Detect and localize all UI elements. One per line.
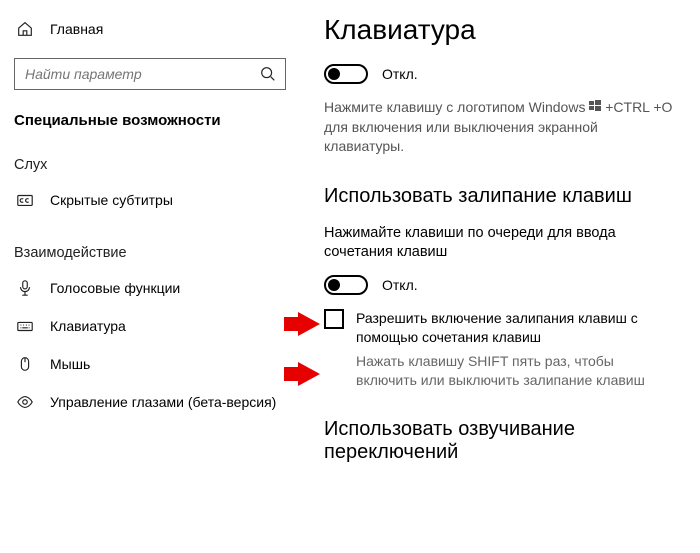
sticky-shortcut-hint: Нажать клавишу SHIFT пять раз, чтобы вкл… bbox=[356, 352, 676, 390]
onscreen-keyboard-description: Нажмите клавишу с логотипом Windows +CTR… bbox=[324, 98, 676, 157]
search-icon bbox=[259, 65, 277, 83]
nav-closed-captions[interactable]: Скрытые субтитры bbox=[14, 181, 286, 219]
sticky-keys-description: Нажимайте клавиши по очереди для ввода с… bbox=[324, 224, 676, 262]
nav-eye-control[interactable]: Управление глазами (бета-версия) bbox=[14, 383, 286, 421]
nav-keyboard-label: Клавиатура bbox=[50, 318, 126, 334]
eye-icon bbox=[16, 393, 34, 411]
section-title: Специальные возможности bbox=[14, 112, 286, 129]
page-title: Клавиатура bbox=[324, 14, 676, 46]
sidebar: Главная Специальные возможности Слух Скр… bbox=[0, 0, 300, 553]
checkbox-sticky-shortcut-label: Разрешить включение залипания клавиш с п… bbox=[356, 309, 676, 345]
main-panel: Клавиатура Откл. Нажмите клавишу с логот… bbox=[300, 0, 700, 553]
checkbox-sticky-shortcut[interactable] bbox=[324, 309, 344, 329]
toggle-onscreen-keyboard[interactable] bbox=[324, 64, 368, 84]
keyboard-icon bbox=[16, 317, 34, 335]
toggle-sticky-keys[interactable] bbox=[324, 275, 368, 295]
annotation-arrow-1 bbox=[298, 312, 320, 336]
nav-voice-label: Голосовые функции bbox=[50, 280, 180, 296]
heading-sticky-keys: Использовать залипание клавиш bbox=[324, 185, 676, 208]
microphone-icon bbox=[16, 279, 34, 297]
search-input[interactable] bbox=[23, 65, 259, 83]
nav-eye-label: Управление глазами (бета-версия) bbox=[50, 394, 276, 410]
nav-voice[interactable]: Голосовые функции bbox=[14, 269, 286, 307]
nav-home[interactable]: Главная bbox=[14, 14, 286, 44]
home-icon bbox=[16, 20, 34, 38]
nav-mouse-label: Мышь bbox=[50, 356, 90, 372]
annotation-arrow-2 bbox=[298, 362, 320, 386]
group-hearing: Слух bbox=[14, 157, 286, 173]
nav-cc-label: Скрытые субтитры bbox=[50, 192, 173, 208]
cc-icon bbox=[16, 191, 34, 209]
mouse-icon bbox=[16, 355, 34, 373]
search-box[interactable] bbox=[14, 58, 286, 90]
nav-home-label: Главная bbox=[50, 21, 103, 37]
nav-keyboard[interactable]: Клавиатура bbox=[14, 307, 286, 345]
toggle-onscreen-keyboard-state: Откл. bbox=[382, 66, 418, 82]
nav-mouse[interactable]: Мышь bbox=[14, 345, 286, 383]
windows-key-icon bbox=[589, 98, 601, 118]
heading-toggle-sounds: Использовать озвучивание переключений bbox=[324, 418, 676, 464]
group-interaction: Взаимодействие bbox=[14, 245, 286, 261]
toggle-sticky-keys-state: Откл. bbox=[382, 277, 418, 293]
